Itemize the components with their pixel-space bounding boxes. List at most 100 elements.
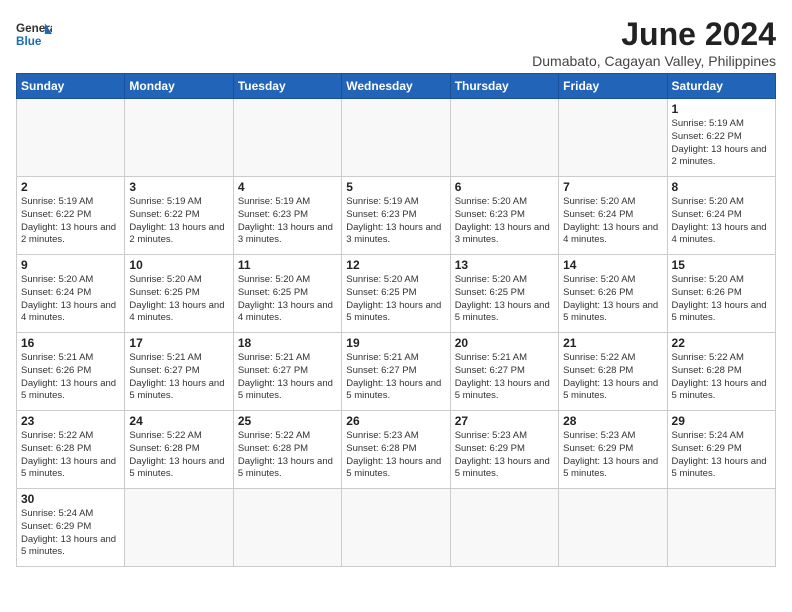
day-of-week-header: Thursday [450, 74, 558, 99]
day-info: Sunrise: 5:19 AM Sunset: 6:22 PM Dayligh… [129, 196, 228, 247]
day-info: Sunrise: 5:22 AM Sunset: 6:28 PM Dayligh… [21, 430, 120, 481]
calendar-day-cell: 8 Sunrise: 5:20 AM Sunset: 6:24 PM Daylig… [667, 177, 775, 255]
calendar-day-cell: 19 Sunrise: 5:21 AM Sunset: 6:27 PM Dayli… [342, 333, 450, 411]
calendar-day-cell: 26 Sunrise: 5:23 AM Sunset: 6:28 PM Dayli… [342, 411, 450, 489]
day-of-week-header: Friday [559, 74, 667, 99]
day-info: Sunrise: 5:23 AM Sunset: 6:28 PM Dayligh… [346, 430, 445, 481]
calendar-day-cell [125, 489, 233, 567]
calendar-day-cell [233, 99, 341, 177]
day-number: 19 [346, 336, 445, 350]
calendar-day-cell: 9Sunrise: 5:20 AM Sunset: 6:24 PM Daylig… [17, 255, 125, 333]
day-info: Sunrise: 5:20 AM Sunset: 6:25 PM Dayligh… [129, 274, 228, 325]
day-number: 5 [346, 180, 445, 194]
calendar-week-row: 16Sunrise: 5:21 AM Sunset: 6:26 PM Dayli… [17, 333, 776, 411]
day-number: 4 [238, 180, 337, 194]
logo: General Blue [16, 16, 52, 52]
day-number: 30 [21, 492, 120, 506]
day-info: Sunrise: 5:21 AM Sunset: 6:27 PM Dayligh… [238, 352, 337, 403]
calendar-day-cell: 5 Sunrise: 5:19 AM Sunset: 6:23 PM Daylig… [342, 177, 450, 255]
calendar-day-cell: 17Sunrise: 5:21 AM Sunset: 6:27 PM Dayli… [125, 333, 233, 411]
day-of-week-header: Tuesday [233, 74, 341, 99]
day-info: Sunrise: 5:19 AM Sunset: 6:23 PM Dayligh… [346, 196, 445, 247]
day-number: 23 [21, 414, 120, 428]
day-info: Sunrise: 5:20 AM Sunset: 6:24 PM Dayligh… [21, 274, 120, 325]
calendar-day-cell: 16Sunrise: 5:21 AM Sunset: 6:26 PM Dayli… [17, 333, 125, 411]
day-number: 27 [455, 414, 554, 428]
calendar-week-row: 23 Sunrise: 5:22 AM Sunset: 6:28 PM Dayli… [17, 411, 776, 489]
calendar-day-cell: 28Sunrise: 5:23 AM Sunset: 6:29 PM Dayli… [559, 411, 667, 489]
calendar-day-cell: 25 Sunrise: 5:22 AM Sunset: 6:28 PM Dayli… [233, 411, 341, 489]
day-info: Sunrise: 5:21 AM Sunset: 6:27 PM Dayligh… [346, 352, 445, 403]
day-info: Sunrise: 5:23 AM Sunset: 6:29 PM Dayligh… [563, 430, 662, 481]
calendar-week-row: 1 Sunrise: 5:19 AM Sunset: 6:22 PM Daylig… [17, 99, 776, 177]
calendar-day-cell [17, 99, 125, 177]
calendar-day-cell: 18 Sunrise: 5:21 AM Sunset: 6:27 PM Dayli… [233, 333, 341, 411]
day-of-week-header: Monday [125, 74, 233, 99]
calendar-day-cell [450, 489, 558, 567]
day-number: 11 [238, 258, 337, 272]
day-number: 12 [346, 258, 445, 272]
logo-icon: General Blue [16, 16, 52, 52]
day-number: 3 [129, 180, 228, 194]
calendar-day-cell [559, 489, 667, 567]
day-info: Sunrise: 5:20 AM Sunset: 6:25 PM Dayligh… [455, 274, 554, 325]
day-number: 14 [563, 258, 662, 272]
calendar-day-cell: 10 Sunrise: 5:20 AM Sunset: 6:25 PM Dayli… [125, 255, 233, 333]
day-number: 2 [21, 180, 120, 194]
day-number: 1 [672, 102, 771, 116]
day-info: Sunrise: 5:23 AM Sunset: 6:29 PM Dayligh… [455, 430, 554, 481]
calendar-day-cell: 2Sunrise: 5:19 AM Sunset: 6:22 PM Daylig… [17, 177, 125, 255]
calendar-day-cell: 3 Sunrise: 5:19 AM Sunset: 6:22 PM Daylig… [125, 177, 233, 255]
day-info: Sunrise: 5:20 AM Sunset: 6:24 PM Dayligh… [672, 196, 771, 247]
title-block: June 2024 Dumabato, Cagayan Valley, Phil… [532, 16, 776, 69]
day-info: Sunrise: 5:21 AM Sunset: 6:27 PM Dayligh… [455, 352, 554, 403]
day-number: 26 [346, 414, 445, 428]
calendar-day-cell: 13 Sunrise: 5:20 AM Sunset: 6:25 PM Dayli… [450, 255, 558, 333]
day-info: Sunrise: 5:19 AM Sunset: 6:22 PM Dayligh… [672, 118, 771, 169]
day-number: 10 [129, 258, 228, 272]
day-number: 18 [238, 336, 337, 350]
day-number: 15 [672, 258, 771, 272]
day-info: Sunrise: 5:22 AM Sunset: 6:28 PM Dayligh… [238, 430, 337, 481]
day-number: 7 [563, 180, 662, 194]
calendar-week-row: 2 Sunrise: 5:19 AM Sunset: 6:22 PM Daylig… [17, 177, 776, 255]
day-number: 29 [672, 414, 771, 428]
calendar-header-row: SundayMondayTuesdayWednesdayThursdayFrid… [17, 74, 776, 99]
calendar-day-cell [450, 99, 558, 177]
day-info: Sunrise: 5:24 AM Sunset: 6:29 PM Dayligh… [672, 430, 771, 481]
day-info: Sunrise: 5:20 AM Sunset: 6:24 PM Dayligh… [563, 196, 662, 247]
calendar-day-cell [559, 99, 667, 177]
page-header: General Blue June 2024 Dumabato, Cagayan… [16, 16, 776, 69]
day-of-week-header: Wednesday [342, 74, 450, 99]
day-number: 13 [455, 258, 554, 272]
calendar-day-cell: 20Sunrise: 5:21 AM Sunset: 6:27 PM Dayli… [450, 333, 558, 411]
calendar-day-cell: 27 Sunrise: 5:23 AM Sunset: 6:29 PM Dayli… [450, 411, 558, 489]
day-info: Sunrise: 5:20 AM Sunset: 6:23 PM Dayligh… [455, 196, 554, 247]
calendar-day-cell: 4Sunrise: 5:19 AM Sunset: 6:23 PM Daylig… [233, 177, 341, 255]
day-number: 25 [238, 414, 337, 428]
day-number: 22 [672, 336, 771, 350]
calendar-day-cell: 21 Sunrise: 5:22 AM Sunset: 6:28 PM Dayli… [559, 333, 667, 411]
svg-text:Blue: Blue [16, 35, 42, 48]
calendar-day-cell: 7 Sunrise: 5:20 AM Sunset: 6:24 PM Daylig… [559, 177, 667, 255]
calendar-day-cell: 12 Sunrise: 5:20 AM Sunset: 6:25 PM Dayli… [342, 255, 450, 333]
day-of-week-header: Saturday [667, 74, 775, 99]
calendar-day-cell [342, 489, 450, 567]
calendar-day-cell [342, 99, 450, 177]
calendar-day-cell: 1 Sunrise: 5:19 AM Sunset: 6:22 PM Daylig… [667, 99, 775, 177]
calendar-day-cell: 30Sunrise: 5:24 AM Sunset: 6:29 PM Dayli… [17, 489, 125, 567]
calendar-week-row: 30Sunrise: 5:24 AM Sunset: 6:29 PM Dayli… [17, 489, 776, 567]
day-info: Sunrise: 5:22 AM Sunset: 6:28 PM Dayligh… [672, 352, 771, 403]
day-number: 16 [21, 336, 120, 350]
day-number: 21 [563, 336, 662, 350]
day-info: Sunrise: 5:21 AM Sunset: 6:27 PM Dayligh… [129, 352, 228, 403]
day-of-week-header: Sunday [17, 74, 125, 99]
day-info: Sunrise: 5:20 AM Sunset: 6:25 PM Dayligh… [346, 274, 445, 325]
calendar-table: SundayMondayTuesdayWednesdayThursdayFrid… [16, 73, 776, 567]
calendar-day-cell: 14Sunrise: 5:20 AM Sunset: 6:26 PM Dayli… [559, 255, 667, 333]
day-number: 8 [672, 180, 771, 194]
day-info: Sunrise: 5:22 AM Sunset: 6:28 PM Dayligh… [563, 352, 662, 403]
calendar-day-cell [233, 489, 341, 567]
day-number: 24 [129, 414, 228, 428]
calendar-day-cell: 22 Sunrise: 5:22 AM Sunset: 6:28 PM Dayli… [667, 333, 775, 411]
